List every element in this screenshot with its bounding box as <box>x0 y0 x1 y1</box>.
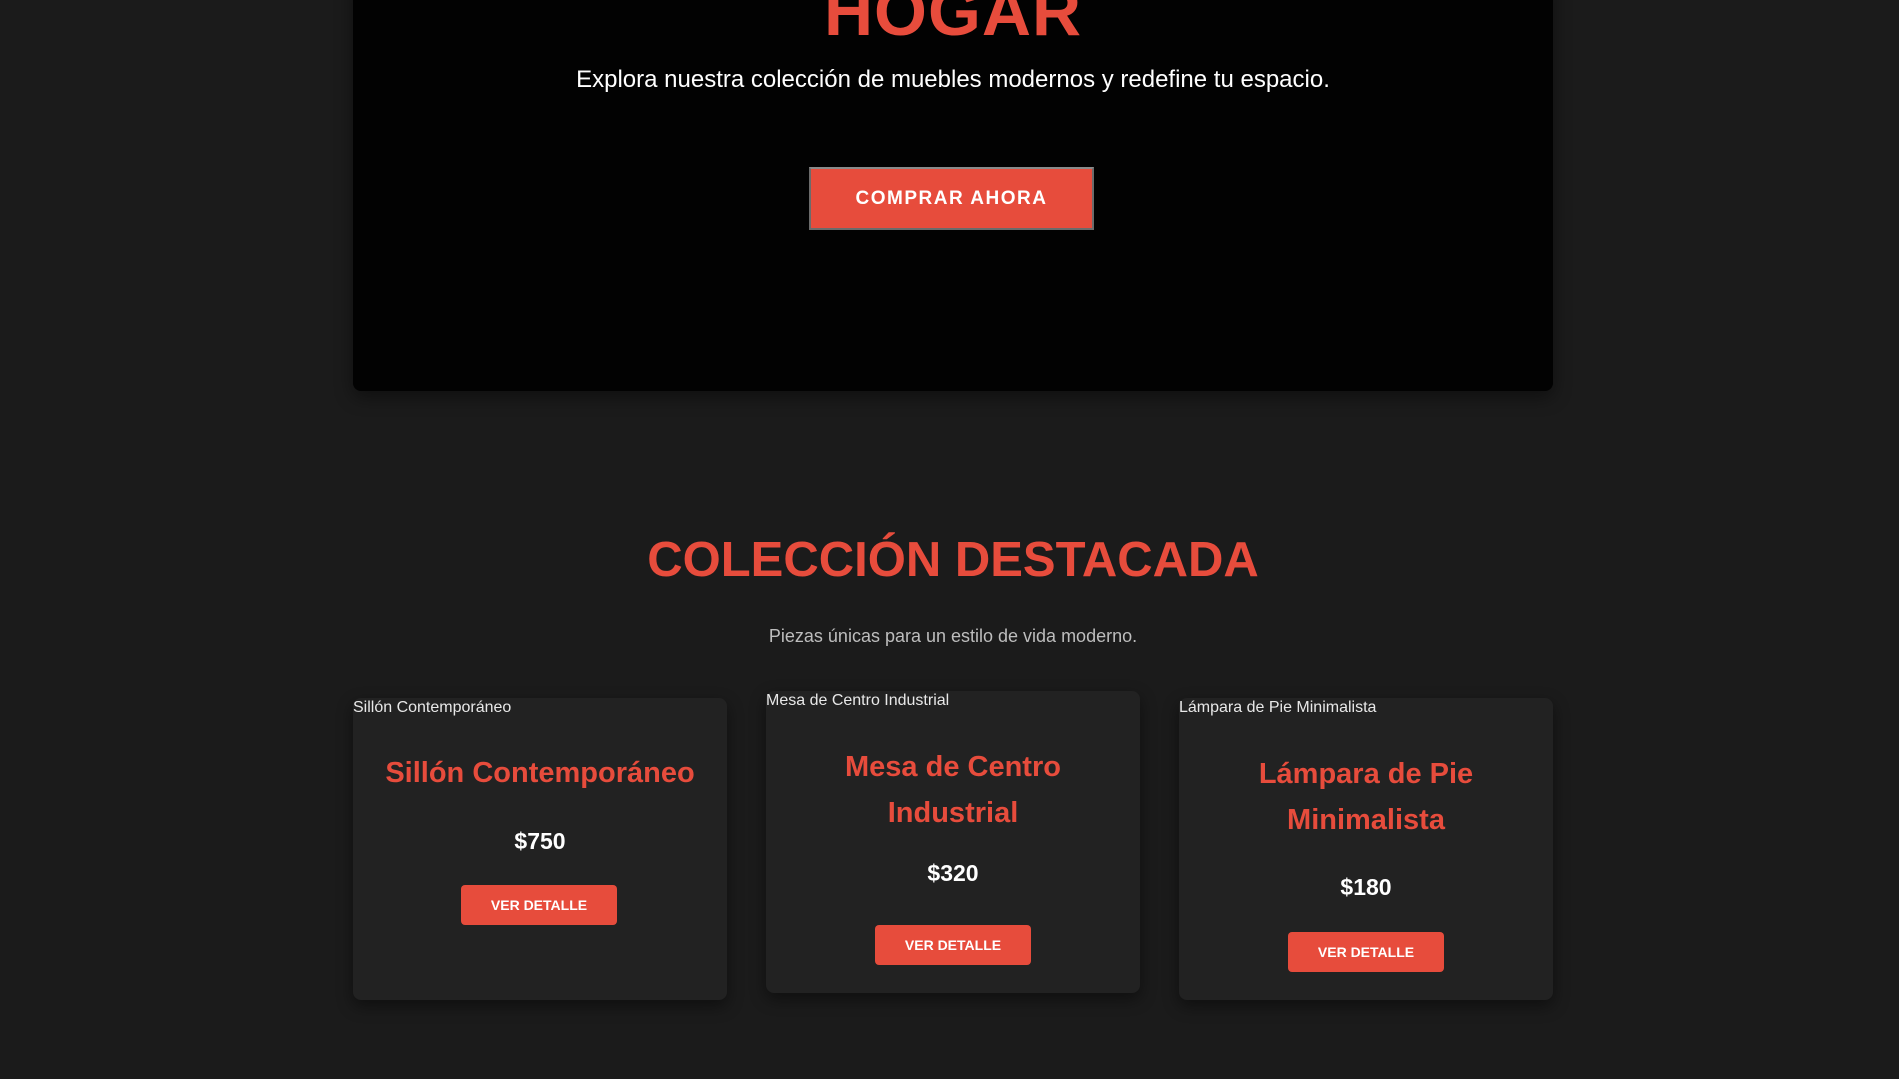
product-image: Lámpara de Pie Minimalista <box>1179 698 1376 718</box>
product-price: $320 <box>927 860 979 886</box>
view-detail-button[interactable]: VER DETALLE <box>461 885 617 925</box>
hero-banner: HOGAR Explora nuestra colección de muebl… <box>353 0 1553 391</box>
view-detail-button[interactable]: VER DETALLE <box>1288 932 1444 972</box>
product-price: $750 <box>514 828 566 854</box>
product-price: $180 <box>1340 874 1392 900</box>
product-name: Lámpara de Pie Minimalista <box>1258 758 1474 836</box>
product-image-alt-text: Sillón Contemporáneo <box>353 699 512 716</box>
featured-collection-title: COLECCIÓN DESTACADA <box>647 533 1259 587</box>
hero-subtitle: Explora nuestra colección de muebles mod… <box>576 66 1330 93</box>
page: HOGAR Explora nuestra colección de muebl… <box>0 0 1899 1079</box>
product-image: Mesa de Centro Industrial <box>766 691 949 711</box>
product-card: Sillón Contemporáneo Sillón Contemporáne… <box>353 698 727 1000</box>
product-card: Lámpara de Pie Minimalista Lámpara de Pi… <box>1179 698 1553 1000</box>
view-detail-button[interactable]: VER DETALLE <box>875 925 1031 965</box>
featured-collection-subtitle: Piezas únicas para un estilo de vida mod… <box>768 626 1138 646</box>
product-name: Mesa de Centro Industrial <box>845 751 1061 829</box>
hero-title: HOGAR <box>823 0 1083 50</box>
product-image-alt-text: Lámpara de Pie Minimalista <box>1179 699 1377 716</box>
product-image: Sillón Contemporáneo <box>353 698 511 718</box>
product-image-alt-text: Mesa de Centro Industrial <box>766 692 950 709</box>
shop-now-button[interactable]: COMPRAR AHORA <box>809 167 1094 230</box>
product-name: Sillón Contemporáneo <box>385 757 695 789</box>
product-card: Mesa de Centro Industrial Mesa de Centro… <box>766 691 1140 993</box>
